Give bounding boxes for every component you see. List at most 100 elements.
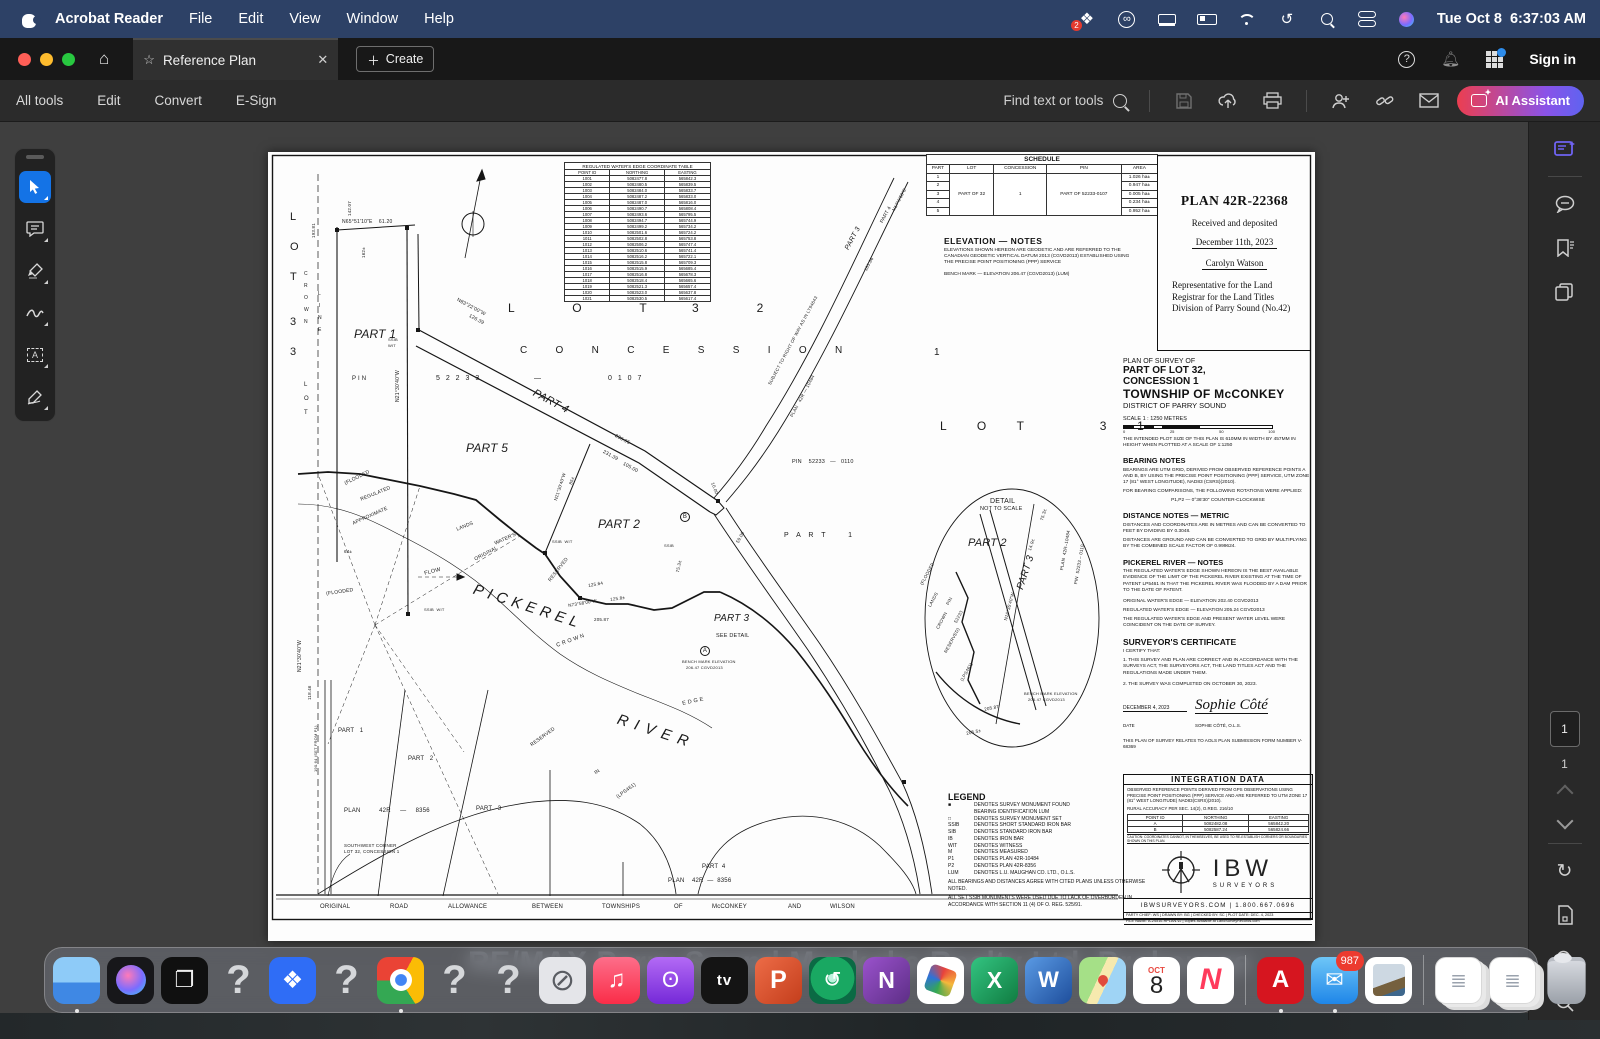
select-tool-button[interactable] (19, 171, 51, 203)
dock-item-question[interactable]: ? (431, 957, 478, 1004)
dock-item-display-prohibited[interactable]: ⊘ (539, 956, 586, 1004)
dock-item-podcasts[interactable]: ʘ (647, 956, 694, 1004)
email-icon[interactable] (1419, 91, 1440, 111)
dock-item-excel[interactable]: X (971, 956, 1018, 1004)
amphetamine-icon[interactable] (1157, 11, 1177, 27)
time-machine-icon[interactable] (1277, 11, 1297, 27)
menubar-menu-window[interactable]: Window (347, 11, 399, 27)
text-select-tool-button[interactable]: A (19, 339, 51, 371)
dock-item-ms-office[interactable] (917, 956, 964, 1004)
control-center-icon[interactable] (1357, 11, 1377, 27)
highlight-tool-button[interactable] (19, 255, 51, 287)
dock-item-finder[interactable] (53, 956, 100, 1013)
ai-assistant-panel-icon[interactable] (1548, 132, 1582, 166)
apps-grid-icon[interactable] (1486, 47, 1507, 68)
palette-drag-handle[interactable] (26, 155, 44, 159)
dock-item-mail[interactable]: ✉ 987 (1311, 950, 1364, 1013)
create-button[interactable]: ＋ Create (356, 46, 435, 72)
fit-page-icon[interactable] (1548, 898, 1582, 932)
menubar-clock[interactable]: Tue Oct 8 6:37:03 AM (1437, 11, 1586, 27)
comments-panel-icon[interactable] (1548, 187, 1582, 221)
menubar-menu-edit[interactable]: Edit (238, 11, 263, 27)
previous-page-button[interactable] (1556, 784, 1573, 802)
find-tools-search[interactable]: Find text or tools (1004, 93, 1128, 108)
toolbar-all-tools[interactable]: All tools (16, 93, 63, 108)
current-page-indicator[interactable]: 1 (1549, 711, 1580, 747)
dock-item-siri[interactable] (107, 956, 154, 1004)
comment-tool-button[interactable] (19, 213, 51, 245)
plan-label: N73°58'00"W (567, 597, 598, 608)
window-minimize-button[interactable] (40, 52, 53, 66)
dock-item-music[interactable]: ♫ (593, 956, 640, 1004)
document-tab[interactable]: ☆ Reference Plan ✕ (133, 38, 339, 80)
toolbar-edit[interactable]: Edit (97, 93, 120, 108)
menubar-menu-view[interactable]: View (289, 11, 320, 27)
plan-label: PLAN 42R — 8356 (344, 808, 430, 814)
plan-label: SEE DETAIL (716, 633, 750, 639)
help-icon[interactable]: ? (1398, 50, 1416, 68)
window-zoom-button[interactable] (62, 52, 75, 66)
dock-item-appletv[interactable]: tv (701, 956, 748, 1004)
dock-item-question[interactable]: ? (215, 957, 262, 1004)
dock-item-trash[interactable] (1547, 952, 1586, 1004)
apple-menu-icon[interactable] (22, 11, 41, 28)
plan-label: PART 2 (408, 756, 434, 762)
dock-item-word[interactable]: W (1025, 956, 1072, 1004)
menubar-menu-help[interactable]: Help (424, 11, 454, 27)
dropbox-icon[interactable]: 2 (1070, 11, 1097, 31)
dock-item-question[interactable]: ? (323, 957, 370, 1004)
upload-cloud-icon[interactable] (1218, 91, 1238, 111)
schedule-concession: 1 (993, 172, 1047, 216)
battery-icon[interactable] (1197, 11, 1217, 27)
dock-item-chrome[interactable] (377, 956, 424, 1013)
coord-row: 1008 5082494.7 565744.9 (563, 217, 712, 224)
toolbar-e-sign[interactable]: E-Sign (236, 93, 277, 108)
dock-item-dropbox[interactable]: ❖ (269, 956, 316, 1004)
home-icon[interactable]: ⌂ (99, 49, 109, 69)
dock-item-question[interactable]: ? (485, 957, 532, 1004)
share-people-icon[interactable] (1331, 91, 1351, 111)
window-close-button[interactable] (18, 52, 31, 66)
draw-tool-button[interactable] (19, 297, 51, 329)
rotate-page-icon[interactable]: ↻ (1548, 854, 1582, 888)
spotlight-icon[interactable] (1317, 11, 1337, 27)
dock-item-doc-stack[interactable]: ≣ (1489, 956, 1536, 1004)
tool-palette: A (14, 148, 56, 422)
dock-item-onenote[interactable]: N (863, 956, 910, 1004)
dock-item-calendar[interactable]: OCT 8 (1133, 956, 1180, 1004)
dock-item-doc-stack[interactable]: ≣ (1435, 956, 1482, 1004)
next-page-button[interactable] (1556, 812, 1573, 830)
scale-bar: 0 25 50 100 (1123, 425, 1275, 434)
registrar-title-block: PLAN 42R-22368 Received and deposited De… (1157, 155, 1311, 351)
link-icon[interactable] (1375, 91, 1395, 111)
creative-cloud-icon[interactable] (1117, 11, 1137, 27)
pdf-page[interactable]: PART 1 P I N 5 2 2 3 3 — 0 1 0 7 L O T 3 2 C O … (268, 152, 1315, 941)
tab-close-icon[interactable]: ✕ (317, 52, 328, 68)
toolbar-convert[interactable]: Convert (155, 93, 202, 108)
dock-item-acrobat[interactable]: A (1257, 956, 1304, 1013)
sign-in-button[interactable]: Sign in (1529, 51, 1576, 67)
dock-item-time-machine[interactable]: ↺ (809, 956, 856, 1004)
notifications-bell-icon[interactable]: 🔔︎ (1441, 50, 1460, 68)
menubar-menu-file[interactable]: File (189, 11, 212, 27)
dock-item-maps[interactable] (1079, 956, 1126, 1004)
wifi-icon[interactable] (1237, 11, 1257, 27)
plan-label: PART 4 (702, 864, 726, 870)
legend-row: WIT DENOTES WITNESS (948, 842, 1023, 849)
dock-item-news[interactable]: N (1187, 956, 1234, 1004)
dock-item-app-switcher[interactable]: ❐ (161, 956, 208, 1004)
plan-label: N21°30'40"W (395, 370, 401, 402)
ai-assistant-button[interactable]: AI Assistant (1457, 85, 1584, 116)
plan-label: PART 1 (338, 728, 364, 734)
dock-item-preview-doc[interactable] (1365, 956, 1412, 1004)
menubar-app-name[interactable]: Acrobat Reader (55, 11, 163, 27)
dock-item-powerpoint[interactable]: P (755, 956, 802, 1004)
print-icon[interactable] (1262, 91, 1282, 111)
star-icon[interactable]: ☆ (143, 52, 155, 68)
bookmarks-panel-icon[interactable] (1548, 231, 1582, 265)
page-thumbnails-icon[interactable] (1548, 275, 1582, 309)
save-icon[interactable] (1174, 91, 1194, 111)
plan-label: PART 5 (466, 441, 509, 455)
fill-sign-tool-button[interactable] (19, 381, 51, 413)
siri-icon[interactable] (1397, 11, 1417, 27)
